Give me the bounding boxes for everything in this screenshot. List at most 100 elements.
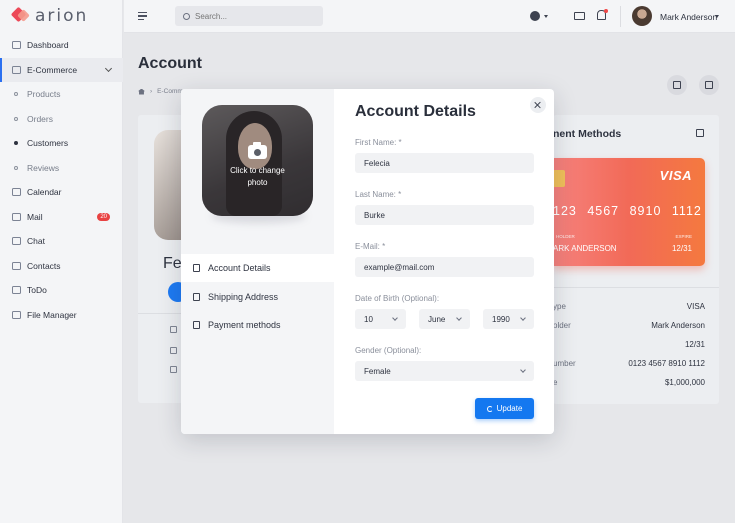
card-expire-label: EXPIRE bbox=[675, 234, 692, 239]
tab-shipping-address[interactable]: Shipping Address bbox=[181, 283, 334, 311]
card-chip-icon bbox=[553, 170, 565, 187]
edit-button[interactable] bbox=[667, 75, 687, 95]
detail-label: older bbox=[553, 321, 571, 330]
sidebar-item-label: Reviews bbox=[27, 162, 60, 173]
first-name-field[interactable]: Felecia bbox=[355, 153, 534, 173]
sidebar-item-contacts[interactable]: Contacts bbox=[0, 254, 123, 279]
modal-title: Account Details bbox=[355, 103, 476, 120]
profile-photo bbox=[154, 130, 184, 240]
sidebar-item-label: Orders bbox=[27, 113, 53, 124]
sidebar-item-chat[interactable]: Chat bbox=[0, 229, 123, 254]
email-field[interactable]: example@mail.com bbox=[355, 257, 534, 277]
chevron-right-icon: › bbox=[150, 88, 153, 95]
sidebar-item-file-manager[interactable]: File Manager bbox=[0, 303, 123, 328]
language-globe-icon[interactable] bbox=[530, 11, 540, 21]
delete-button[interactable] bbox=[699, 75, 719, 95]
modal-side-panel: Click to change photo Account Details Sh… bbox=[181, 89, 334, 434]
dob-month-select[interactable]: June bbox=[419, 309, 470, 329]
user-name[interactable]: Mark Anderson bbox=[660, 12, 717, 22]
photo-overlay bbox=[202, 105, 313, 216]
tab-account-details[interactable]: Account Details bbox=[181, 254, 334, 282]
dob-day-select[interactable]: 10 bbox=[355, 309, 406, 329]
detail-value: 12/31 bbox=[684, 340, 705, 349]
detail-value: Mark Anderson bbox=[651, 321, 705, 330]
gender-label: Gender (Optional): bbox=[355, 346, 422, 355]
sidebar-subitem-customers[interactable]: Customers bbox=[0, 131, 123, 156]
sidebar-nav: Dashboard E-Commerce Products Orders Cus… bbox=[0, 33, 123, 327]
sidebar-item-dashboard[interactable]: Dashboard bbox=[0, 33, 123, 58]
change-photo-button[interactable]: Click to change photo bbox=[202, 105, 313, 216]
sidebar-item-label: Calendar bbox=[27, 187, 62, 198]
folder-icon bbox=[12, 310, 21, 319]
topbar-divider bbox=[620, 6, 621, 27]
trash-icon bbox=[705, 81, 713, 89]
sidebar-item-calendar[interactable]: Calendar bbox=[0, 180, 123, 205]
credit-card: VISA 123 4567 8910 1112 HOLDER ARK ANDER… bbox=[553, 158, 705, 266]
home-icon[interactable] bbox=[138, 88, 145, 95]
detail-value: 0123 4567 8910 1112 bbox=[628, 359, 705, 368]
caret-down-icon[interactable] bbox=[715, 15, 719, 18]
tab-label: Payment methods bbox=[208, 320, 281, 330]
tab-payment-methods[interactable]: Payment methods bbox=[181, 311, 334, 339]
email-label: E-Mail: * bbox=[355, 242, 386, 251]
mail-icon bbox=[12, 212, 21, 221]
select-value: Female bbox=[364, 366, 391, 376]
gender-select[interactable]: Female bbox=[355, 361, 534, 381]
payment-methods-title: nent Methods bbox=[553, 128, 622, 140]
breadcrumb-item[interactable]: E-Comm bbox=[157, 88, 183, 95]
card-number: 123 4567 8910 1112 bbox=[553, 204, 702, 218]
caret-down-icon[interactable] bbox=[544, 15, 548, 18]
sidebar-item-todo[interactable]: ToDo bbox=[0, 278, 123, 303]
mail-icon bbox=[170, 347, 177, 354]
chevron-down-icon bbox=[520, 367, 526, 373]
logo-icon bbox=[12, 9, 30, 23]
mail-count-badge: 20 bbox=[97, 212, 110, 221]
sidebar-item-ecommerce[interactable]: E-Commerce bbox=[0, 57, 123, 82]
chevron-down-icon bbox=[104, 64, 113, 72]
search-input[interactable] bbox=[195, 11, 305, 21]
select-value: 1990 bbox=[492, 314, 510, 324]
bullet-icon bbox=[14, 165, 18, 170]
sidebar-item-label: File Manager bbox=[27, 309, 77, 320]
edit-icon[interactable] bbox=[696, 129, 704, 137]
topbar: Mark Anderson bbox=[124, 0, 735, 33]
detail-value: VISA bbox=[686, 302, 705, 311]
bullet-icon bbox=[14, 92, 18, 97]
detail-row: older Mark Anderson bbox=[553, 321, 705, 330]
bullet-icon bbox=[14, 116, 18, 121]
card-holder-label: HOLDER bbox=[556, 234, 575, 239]
detail-label: ype bbox=[553, 302, 566, 311]
logo-text: arion bbox=[35, 6, 89, 26]
update-button[interactable]: Update bbox=[475, 398, 534, 419]
search-box[interactable] bbox=[175, 6, 323, 26]
credit-card-icon bbox=[193, 321, 200, 329]
chevron-down-icon bbox=[520, 315, 526, 321]
close-button[interactable] bbox=[530, 97, 546, 113]
chat-icon bbox=[12, 237, 21, 246]
sidebar: arion Dashboard E-Commerce Products Orde… bbox=[0, 0, 123, 523]
sidebar-subitem-products[interactable]: Products bbox=[0, 82, 123, 107]
edit-icon bbox=[673, 81, 681, 89]
tab-label: Shipping Address bbox=[208, 292, 279, 302]
sidebar-item-label: Products bbox=[27, 89, 61, 100]
app-logo[interactable]: arion bbox=[12, 6, 89, 26]
truck-icon bbox=[193, 293, 200, 301]
mail-icon[interactable] bbox=[574, 12, 585, 20]
sidebar-subitem-orders[interactable]: Orders bbox=[0, 107, 123, 132]
dob-year-select[interactable]: 1990 bbox=[483, 309, 534, 329]
sidebar-item-label: Dashboard bbox=[27, 40, 69, 51]
document-icon bbox=[193, 264, 200, 272]
breadcrumb: › E-Comm bbox=[138, 88, 183, 95]
chevron-down-icon bbox=[456, 315, 462, 321]
last-name-field[interactable]: Burke bbox=[355, 205, 534, 225]
sidebar-item-mail[interactable]: Mail 20 bbox=[0, 205, 123, 230]
sidebar-subitem-reviews[interactable]: Reviews bbox=[0, 156, 123, 181]
divider bbox=[553, 287, 719, 288]
photo-caption: Click to change photo bbox=[230, 166, 285, 187]
select-value: 10 bbox=[364, 314, 373, 324]
sidebar-item-label: Mail bbox=[27, 211, 43, 222]
user-avatar[interactable] bbox=[632, 6, 652, 26]
menu-toggle-icon[interactable] bbox=[138, 12, 147, 22]
phone-icon bbox=[170, 366, 177, 373]
detail-row: ype VISA bbox=[553, 302, 705, 311]
